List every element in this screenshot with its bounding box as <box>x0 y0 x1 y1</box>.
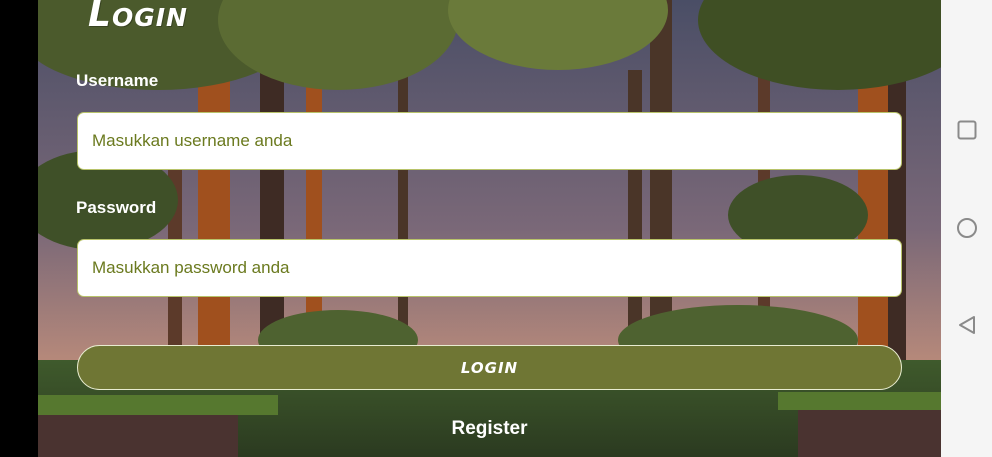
login-button-label: LOGIN <box>460 358 519 377</box>
password-field[interactable] <box>77 239 902 297</box>
page-title: Login <box>88 0 188 35</box>
home-button[interactable] <box>941 208 992 248</box>
password-input[interactable] <box>90 257 901 279</box>
register-link-container: Register <box>38 418 941 440</box>
system-nav-bar <box>941 0 992 457</box>
recents-button[interactable] <box>941 110 992 150</box>
back-button[interactable] <box>941 305 992 345</box>
username-field[interactable] <box>77 112 902 170</box>
square-recents-icon <box>957 120 976 140</box>
register-link[interactable]: Register <box>451 418 527 439</box>
status-strip <box>0 0 38 457</box>
circle-home-icon <box>956 218 977 238</box>
username-label: Username <box>76 71 159 90</box>
triangle-back-icon <box>958 316 975 334</box>
username-input[interactable] <box>90 130 901 152</box>
login-button[interactable]: LOGIN <box>77 345 902 390</box>
password-label: Password <box>76 198 157 217</box>
login-screen: Login Username Password LOGIN Register <box>38 0 941 457</box>
